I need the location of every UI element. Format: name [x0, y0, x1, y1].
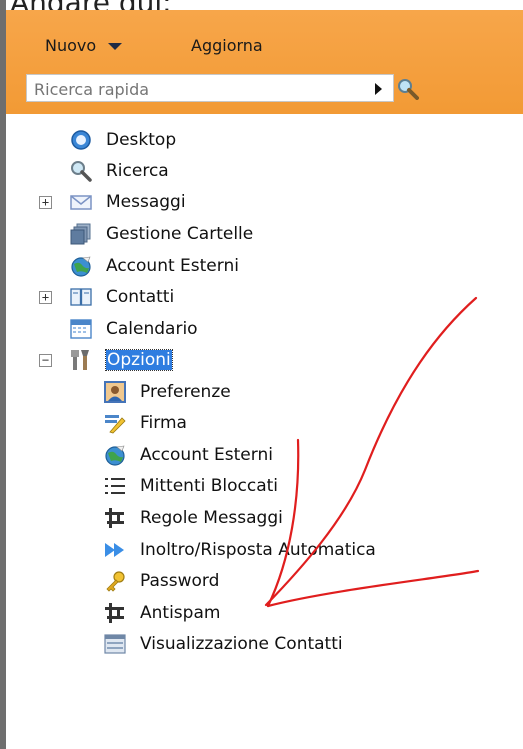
- tree-item-regole-messaggi[interactable]: Regole Messaggi: [104, 505, 283, 531]
- tree-item-label: Regole Messaggi: [140, 508, 283, 528]
- tree-item-label: Inoltro/Risposta Automatica: [140, 540, 376, 560]
- tree-item-contatti[interactable]: Contatti: [70, 284, 174, 310]
- folders-stack-icon: [70, 223, 91, 245]
- tree-item-ricerca[interactable]: Ricerca: [70, 158, 169, 184]
- tree-item-gestione-cartelle[interactable]: Gestione Cartelle: [70, 221, 253, 247]
- key-icon: [106, 571, 125, 592]
- filter-rules-icon: [105, 603, 124, 623]
- tree-item-calendario[interactable]: Calendario: [70, 316, 198, 342]
- tree-item-opzioni[interactable]: Opzioni: [70, 347, 173, 373]
- tree-item-label: Visualizzazione Contatti: [140, 634, 343, 654]
- tree-item-preferenze[interactable]: Preferenze: [104, 379, 231, 405]
- desktop-icon: [71, 130, 91, 150]
- tree-item-label: Account Esterni: [106, 256, 239, 276]
- tree-item-label: Preferenze: [140, 382, 231, 402]
- tools-icon: [71, 350, 89, 370]
- tree-item-label: Antispam: [140, 603, 221, 623]
- contact-view-icon: [104, 634, 126, 654]
- tree-item-label: Opzioni: [105, 349, 173, 371]
- tree-item-inoltro-risposta[interactable]: Inoltro/Risposta Automatica: [104, 537, 376, 563]
- tree-item-label: Contatti: [106, 287, 175, 307]
- expand-toggle-icon[interactable]: +: [39, 196, 52, 209]
- search-magnifier-icon: [71, 161, 92, 182]
- tree-item-antispam[interactable]: Antispam: [104, 600, 220, 626]
- tree-item-visualizzazione-contatti[interactable]: Visualizzazione Contatti: [104, 631, 343, 657]
- tree-item-label: Desktop: [106, 130, 177, 150]
- tree-item-label: Gestione Cartelle: [106, 224, 254, 244]
- tree-item-label: Firma: [140, 413, 187, 433]
- calendar-icon: [70, 319, 92, 339]
- tree-item-label: Account Esterni: [140, 445, 273, 465]
- tree-item-label: Password: [140, 571, 220, 591]
- tree-item-desktop[interactable]: Desktop: [70, 127, 176, 153]
- signature-pen-icon: [105, 415, 126, 434]
- filter-rules-icon: [105, 508, 124, 528]
- tree-item-account-esterni[interactable]: Account Esterni: [70, 253, 239, 279]
- globe-icon: [71, 256, 91, 277]
- tree-item-password[interactable]: Password: [104, 568, 219, 594]
- tree-item-label: Calendario: [106, 319, 198, 339]
- envelope-icon: [70, 195, 92, 210]
- tree-item-mittenti-bloccati[interactable]: Mittenti Bloccati: [104, 473, 278, 499]
- tree-item-label: Ricerca: [106, 161, 169, 181]
- user-profile-icon: [104, 381, 126, 403]
- tree-item-messaggi[interactable]: Messaggi: [70, 189, 186, 215]
- navigation-tree: Desktop Ricerca + Messaggi Gestione Cart…: [0, 0, 523, 749]
- tree-item-label: Messaggi: [106, 192, 186, 212]
- list-icon: [105, 478, 125, 494]
- expand-toggle-icon[interactable]: +: [39, 291, 52, 304]
- address-book-icon: [70, 288, 92, 306]
- collapse-toggle-icon[interactable]: −: [39, 354, 52, 367]
- tree-item-firma[interactable]: Firma: [104, 410, 187, 436]
- tree-item-account-esterni-opzioni[interactable]: Account Esterni: [104, 442, 273, 468]
- globe-icon: [105, 445, 125, 466]
- fast-forward-icon: [105, 543, 124, 557]
- tree-item-label: Mittenti Bloccati: [140, 476, 279, 496]
